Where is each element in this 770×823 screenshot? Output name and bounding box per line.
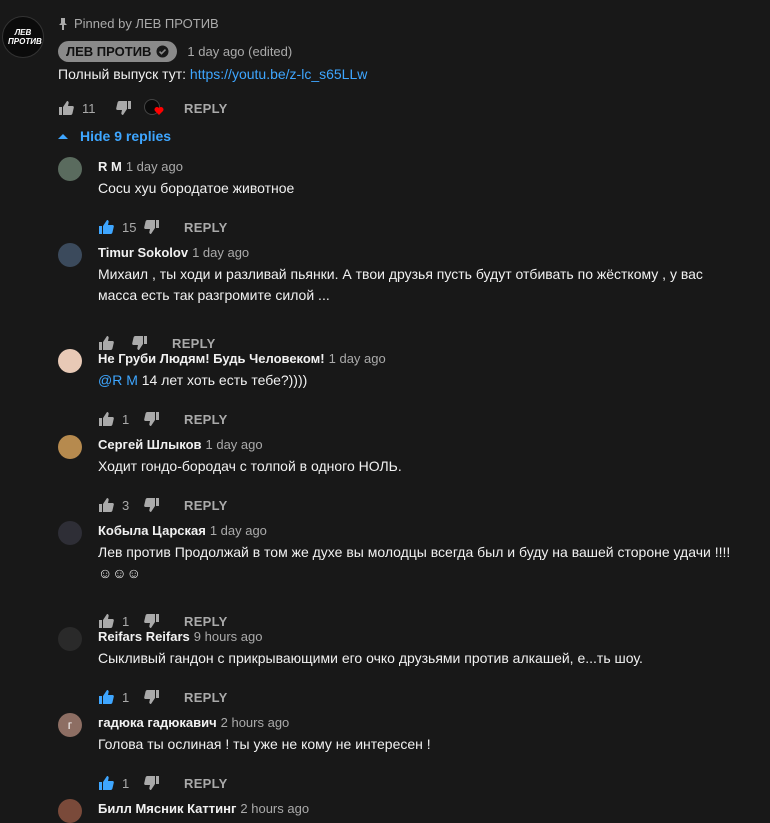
reply-timestamp[interactable]: 1 day ago	[192, 245, 249, 260]
reply-text: Cocu xyu бородатое животное	[98, 178, 738, 199]
dislike-icon[interactable]	[144, 775, 160, 791]
mention-link[interactable]: @R M	[98, 372, 138, 388]
like-icon[interactable]	[98, 411, 114, 427]
pinned-text: Pinned by ЛЕВ ПРОТИВ	[74, 16, 219, 31]
reply-timestamp[interactable]: 1 day ago	[210, 523, 267, 538]
like-count: 1	[122, 411, 130, 427]
reply-actions: 15 REPLY	[98, 219, 228, 235]
chevron-up-icon	[58, 133, 68, 139]
pin-icon	[58, 17, 68, 30]
reply-button[interactable]: REPLY	[184, 690, 228, 705]
reply-text: Лев против Продолжай в том же духе вы мо…	[98, 542, 738, 584]
reply-actions: 1 REPLY	[98, 613, 228, 629]
reply-button[interactable]: REPLY	[172, 336, 216, 351]
reply-actions: REPLY	[98, 335, 216, 351]
reply-avatar[interactable]	[58, 243, 82, 267]
reply-avatar[interactable]	[58, 349, 82, 373]
like-count: 11	[82, 100, 96, 116]
hide-replies-label: Hide 9 replies	[80, 128, 172, 144]
reply-timestamp[interactable]: 1 day ago	[329, 351, 386, 366]
reply-author[interactable]: Сергей Шлыков	[98, 437, 202, 452]
reply-text-body: 14 лет хоть есть тебе?))))	[137, 372, 308, 388]
reply-text-body: Лев против Продолжай в том же духе вы мо…	[98, 544, 731, 581]
reply-text-body: Голова ты ослиная ! ты уже не кому не ин…	[98, 736, 431, 752]
reply-avatar[interactable]	[58, 435, 82, 459]
reply-avatar[interactable]	[58, 627, 82, 651]
reply-button[interactable]: REPLY	[184, 101, 228, 116]
like-icon[interactable]	[98, 335, 114, 351]
reply-timestamp[interactable]: 2 hours ago	[240, 801, 309, 816]
author-name: ЛЕВ ПРОТИВ	[66, 44, 152, 59]
reply-author[interactable]: Билл Мясник Каттинг	[98, 801, 236, 816]
dislike-icon[interactable]	[132, 335, 148, 351]
dislike-icon[interactable]	[144, 411, 160, 427]
reply-button[interactable]: REPLY	[184, 498, 228, 513]
dislike-icon[interactable]	[144, 613, 160, 629]
reply-text-body: Сыкливый гандон с прикрывающими его очко…	[98, 650, 643, 666]
dislike-icon[interactable]	[144, 689, 160, 705]
reply-actions: 3 REPLY	[98, 497, 228, 513]
verified-check-icon	[156, 45, 169, 58]
reply-button[interactable]: REPLY	[184, 776, 228, 791]
hide-replies-button[interactable]: Hide 9 replies	[58, 128, 171, 144]
like-count: 1	[122, 613, 130, 629]
author-badge[interactable]: ЛЕВ ПРОТИВ	[58, 41, 178, 62]
reply-actions: 1 REPLY	[98, 411, 228, 427]
channel-avatar[interactable]: ЛЕВ ПРОТИВ	[2, 16, 44, 58]
reply-timestamp[interactable]: 2 hours ago	[221, 715, 290, 730]
reply-text: Ходит гондо-бородач с толпой в одного НО…	[98, 456, 738, 477]
reply-actions: 1 REPLY	[98, 689, 228, 705]
reply-button[interactable]: REPLY	[184, 412, 228, 427]
creator-heart-icon	[144, 99, 166, 117]
like-count: 15	[122, 219, 137, 235]
reply-text-body: Михаил , ты ходи и разливай пьянки. А тв…	[98, 266, 703, 303]
reply-timestamp[interactable]: 1 day ago	[206, 437, 263, 452]
reply-author[interactable]: R M	[98, 159, 122, 174]
channel-avatar-logo-text: ЛЕВ ПРОТИВ	[8, 28, 42, 46]
reply-author[interactable]: Reifars Reifars	[98, 629, 190, 644]
like-icon[interactable]	[98, 689, 114, 705]
reply-avatar[interactable]	[58, 521, 82, 545]
like-icon[interactable]	[98, 219, 114, 235]
like-icon[interactable]	[98, 775, 114, 791]
reply-button[interactable]: REPLY	[184, 220, 228, 235]
like-count: 1	[122, 689, 130, 705]
reply-text-body: Ходит гондо-бородач с толпой в одного НО…	[98, 458, 402, 474]
like-count: 1	[122, 775, 130, 791]
reply-timestamp[interactable]: 9 hours ago	[194, 629, 263, 644]
like-icon[interactable]	[98, 497, 114, 513]
comment-text: Полный выпуск тут: https://youtu.be/z-lc…	[58, 64, 367, 85]
dislike-icon[interactable]	[144, 219, 160, 235]
comment-text-prefix: Полный выпуск тут:	[58, 66, 190, 82]
reply-avatar[interactable]	[58, 799, 82, 823]
comment-timestamp[interactable]: 1 day ago (edited)	[187, 44, 292, 59]
video-link[interactable]: https://youtu.be/z-lc_s65LLw	[190, 66, 367, 82]
like-icon[interactable]	[98, 613, 114, 629]
reply-actions: 1 REPLY	[98, 775, 228, 791]
avatar-letter: г	[67, 718, 73, 732]
reply-text: Сыкливый гандон с прикрывающими его очко…	[98, 648, 738, 669]
reply-author[interactable]: Timur Sokolov	[98, 245, 188, 260]
pinned-label: Pinned by ЛЕВ ПРОТИВ	[58, 16, 219, 31]
like-count: 3	[122, 497, 130, 513]
reply-author[interactable]: Кобыла Царская	[98, 523, 206, 538]
reply-text: @R M 14 лет хоть есть тебе?))))	[98, 370, 738, 391]
reply-author[interactable]: гадюка гадюкавич	[98, 715, 217, 730]
dislike-icon[interactable]	[116, 100, 132, 116]
reply-text: Голова ты ослиная ! ты уже не кому не ин…	[98, 734, 738, 755]
reply-text: Михаил , ты ходи и разливай пьянки. А тв…	[98, 264, 738, 306]
reply-author[interactable]: Не Груби Людям! Будь Человеком!	[98, 351, 325, 366]
reply-timestamp[interactable]: 1 day ago	[126, 159, 183, 174]
like-icon[interactable]	[58, 100, 74, 116]
dislike-icon[interactable]	[144, 497, 160, 513]
reply-avatar[interactable]: г	[58, 713, 82, 737]
comment-actions: 11 REPLY	[58, 99, 228, 117]
reply-text-body: Cocu xyu бородатое животное	[98, 180, 295, 196]
reply-button[interactable]: REPLY	[184, 614, 228, 629]
reply-avatar[interactable]	[58, 157, 82, 181]
